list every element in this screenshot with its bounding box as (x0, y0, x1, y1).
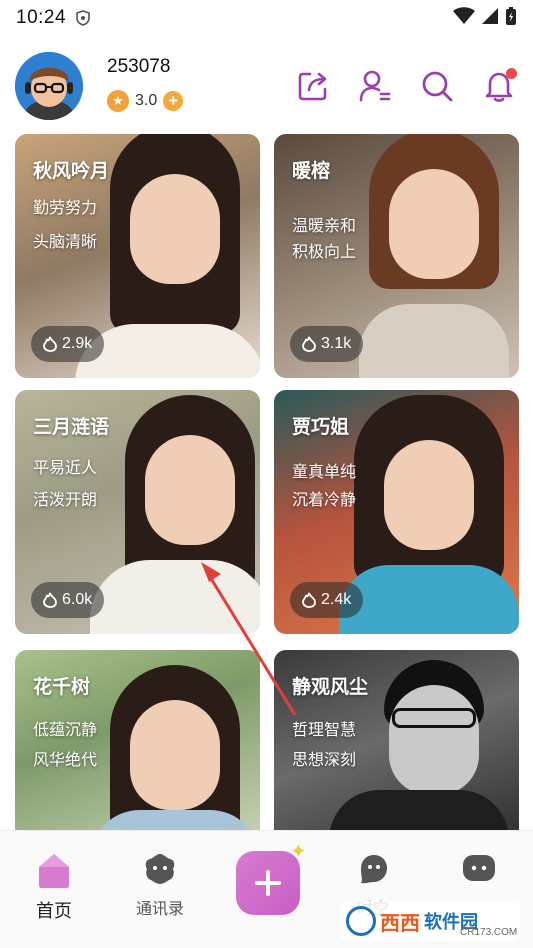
signal-icon (481, 7, 499, 30)
avatar[interactable] (15, 52, 83, 120)
status-time: 10:24 (16, 7, 67, 28)
character-tag: 积极向上 (292, 244, 357, 261)
search-icon[interactable] (417, 66, 457, 106)
user-list-icon[interactable] (355, 66, 395, 106)
site-watermark: 西西 软件园 CR173.COM (340, 901, 520, 941)
portrait-face (130, 174, 220, 284)
watermark-brand-a: 西西 (380, 912, 420, 935)
portrait-glasses (392, 708, 476, 728)
plus-icon (255, 870, 281, 896)
character-grid: 秋风吟月 勤劳努力 头脑清晰 2.9k 暖榕 温暖亲和 积极向上 3.1k 三月… (0, 134, 533, 830)
sparkle-icon: ✦ (290, 841, 307, 863)
watermark-logo-icon (346, 906, 376, 936)
character-tag: 童真单纯 (292, 464, 357, 481)
character-tag: 风华绝代 (33, 752, 98, 769)
popularity-count: 3.1k (321, 335, 352, 352)
popularity-badge: 2.9k (31, 326, 105, 362)
coin-value: 3.0 (135, 92, 158, 109)
fire-icon (43, 336, 57, 352)
character-card[interactable]: 静观风尘 哲理智慧 思想深刻 (274, 650, 519, 830)
popularity-badge: 6.0k (31, 582, 105, 618)
portrait-face (389, 169, 479, 279)
home-icon (39, 854, 69, 888)
coin-icon: ★ (107, 90, 129, 112)
character-card[interactable]: 暖榕 温暖亲和 积极向上 3.1k (274, 134, 519, 378)
portrait-face (389, 685, 479, 795)
character-tag: 沉着冷静 (292, 492, 357, 509)
popularity-count: 2.9k (62, 335, 93, 352)
character-name: 花千树 (33, 677, 91, 698)
chat-bubble-icon (463, 855, 495, 881)
character-tag: 头脑清晰 (33, 234, 98, 251)
notification-bell-icon[interactable] (479, 66, 519, 106)
character-name: 贾巧姐 (292, 417, 350, 438)
share-icon[interactable] (293, 66, 333, 106)
wifi-icon (453, 6, 475, 30)
status-bar: 10:24 (0, 0, 533, 36)
ghost-icon (361, 855, 387, 884)
character-name: 秋风吟月 (33, 161, 110, 182)
shield-icon (76, 10, 90, 26)
popularity-count: 2.4k (321, 591, 352, 608)
tab-home[interactable]: 首页 (14, 851, 94, 923)
character-card[interactable]: 秋风吟月 勤劳努力 头脑清晰 2.9k (15, 134, 260, 378)
bottom-tab-bar: 首页 通讯录 ✦ 时空 西西 软件园 CR173.COM (0, 830, 533, 948)
tab-label: 首页 (36, 901, 72, 921)
fire-icon (302, 336, 316, 352)
watermark-domain: CR173.COM (460, 927, 518, 938)
character-tag: 勤劳努力 (33, 200, 98, 217)
popularity-badge: 3.1k (290, 326, 364, 362)
contacts-icon (145, 854, 175, 884)
portrait-body (359, 304, 509, 378)
character-card[interactable]: 贾巧姐 童真单纯 沉着冷静 2.4k (274, 390, 519, 634)
annotation-arrow (201, 562, 297, 716)
portrait-face (384, 440, 474, 550)
tab-contacts[interactable]: 通讯录 (120, 851, 200, 919)
recharge-button[interactable]: + (163, 91, 184, 111)
coin-balance: ★ 3.0 + (107, 90, 184, 112)
character-tag: 活泼开朗 (33, 492, 98, 509)
header: 253078 ★ 3.0 + (0, 50, 533, 126)
notification-dot (506, 68, 517, 79)
character-tag: 思想深刻 (292, 752, 357, 769)
tab-messages[interactable] (439, 851, 519, 895)
portrait-body (339, 565, 519, 634)
portrait-body (75, 324, 260, 378)
character-name: 三月涟语 (33, 417, 110, 438)
character-tag: 低蕴沉静 (33, 722, 98, 739)
portrait-face (145, 435, 235, 545)
character-name: 暖榕 (292, 161, 331, 182)
character-tag: 温暖亲和 (292, 218, 357, 235)
portrait-body (329, 790, 509, 830)
character-tag: 平易近人 (33, 460, 98, 477)
popularity-count: 6.0k (62, 591, 93, 608)
battery-icon (505, 6, 517, 31)
tab-label: 通讯录 (135, 901, 184, 918)
fire-icon (43, 592, 57, 608)
user-id: 253078 (107, 56, 171, 77)
